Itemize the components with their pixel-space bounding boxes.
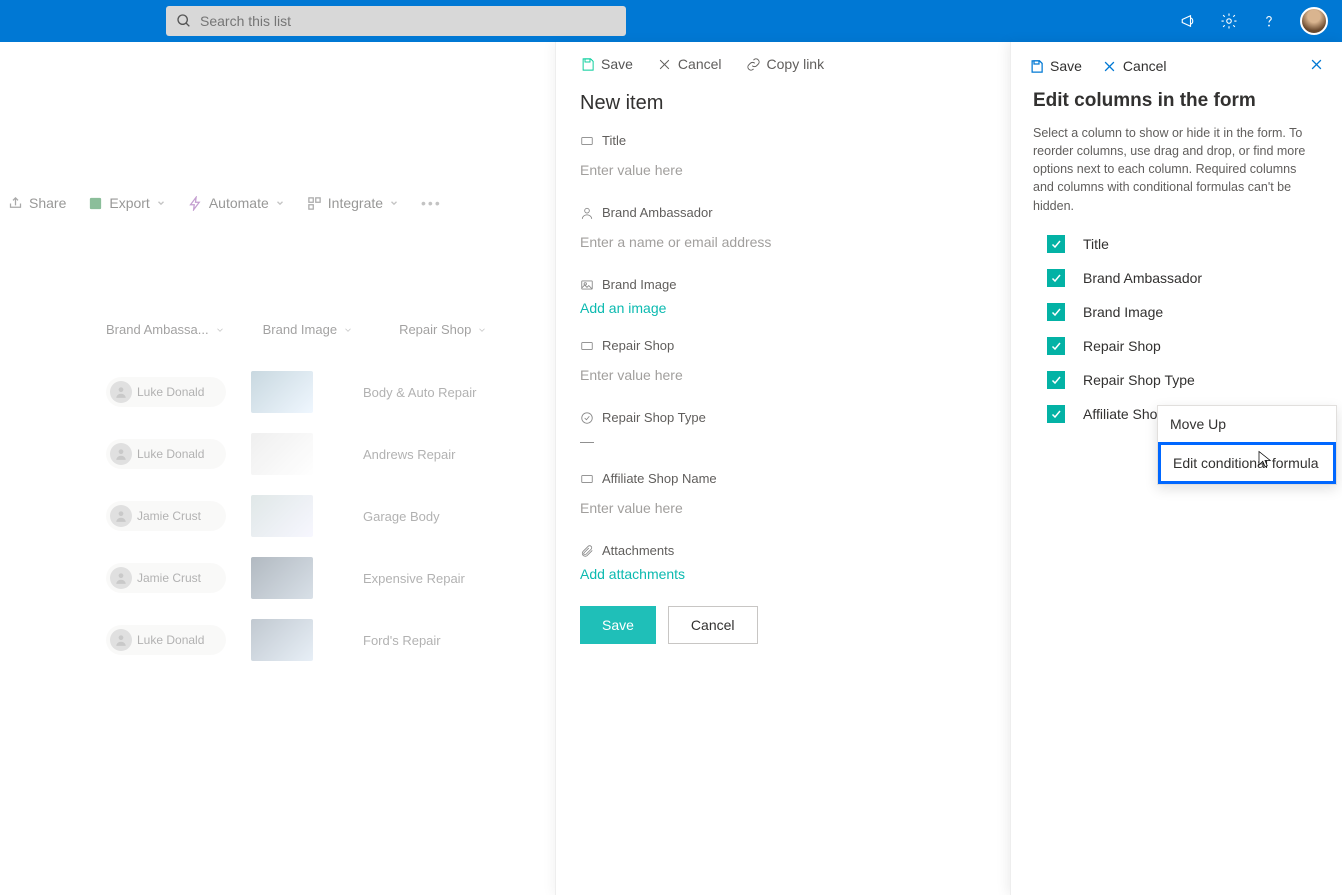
text-field-icon: [580, 134, 594, 148]
field-label-affiliate: Affiliate Shop Name: [602, 471, 717, 486]
image-icon: [580, 278, 594, 292]
table-row[interactable]: Luke Donald Ford's Repair: [0, 609, 555, 671]
checkbox-icon[interactable]: [1047, 235, 1065, 253]
search-box[interactable]: [166, 6, 626, 36]
column-toggle-repairtype[interactable]: Repair Shop Type: [1047, 371, 1320, 389]
checkbox-icon[interactable]: [1047, 303, 1065, 321]
copy-link-button[interactable]: Copy link: [746, 56, 825, 72]
gear-icon[interactable]: [1220, 12, 1238, 30]
field-label-image: Brand Image: [602, 277, 676, 292]
cell-repair: Ford's Repair: [363, 633, 441, 648]
person-chip[interactable]: Jamie Crust: [106, 501, 226, 531]
new-item-panel: Save Cancel Copy link New item Title Bra…: [555, 42, 1010, 895]
app-header: [0, 0, 1342, 42]
person-icon: [580, 206, 594, 220]
right-panel-desc: Select a column to show or hide it in th…: [1033, 124, 1320, 215]
col-header-image[interactable]: Brand Image: [263, 322, 353, 337]
close-icon: [657, 57, 672, 72]
export-button[interactable]: Export: [88, 195, 165, 211]
col-header-repair[interactable]: Repair Shop: [399, 322, 487, 337]
thumbnail: [251, 371, 313, 413]
table-row[interactable]: Jamie Crust Expensive Repair: [0, 547, 555, 609]
right-panel-heading: Edit columns in the form: [1033, 90, 1320, 112]
column-toggle-title[interactable]: Title: [1047, 235, 1320, 253]
save-icon: [1029, 59, 1044, 74]
panel-heading: New item: [580, 92, 986, 115]
help-icon[interactable]: [1260, 12, 1278, 30]
add-image-link[interactable]: Add an image: [580, 300, 666, 316]
thumbnail: [251, 495, 313, 537]
field-label-title: Title: [602, 133, 626, 148]
search-input[interactable]: [200, 13, 616, 29]
text-field-icon: [580, 472, 594, 486]
more-button[interactable]: •••: [421, 195, 442, 211]
integrate-button[interactable]: Integrate: [307, 195, 399, 211]
menu-edit-conditional-formula[interactable]: Edit conditional formula: [1158, 442, 1336, 484]
repair-type-value[interactable]: —: [580, 433, 594, 449]
checkbox-icon[interactable]: [1047, 337, 1065, 355]
table-row[interactable]: Jamie Crust Garage Body: [0, 485, 555, 547]
save-icon: [580, 57, 595, 72]
person-chip[interactable]: Jamie Crust: [106, 563, 226, 593]
list-background: Brand Ambassa... Brand Image Repair Shop…: [0, 42, 555, 895]
save-columns-button[interactable]: Save: [1029, 58, 1082, 74]
text-field-icon: [580, 339, 594, 353]
link-icon: [746, 57, 761, 72]
close-icon: [1309, 57, 1324, 72]
checkbox-icon[interactable]: [1047, 269, 1065, 287]
cancel-columns-button[interactable]: Cancel: [1102, 58, 1167, 74]
affiliate-input[interactable]: [580, 494, 986, 523]
command-bar: Share Export Automate Integrate •••: [0, 195, 450, 211]
field-label-ambassador: Brand Ambassador: [602, 205, 713, 220]
cancel-button[interactable]: Cancel: [668, 606, 758, 644]
table-row[interactable]: Luke Donald Body & Auto Repair: [0, 361, 555, 423]
automate-button[interactable]: Automate: [188, 195, 285, 211]
cell-repair: Expensive Repair: [363, 571, 465, 586]
thumbnail: [251, 619, 313, 661]
cancel-button-top[interactable]: Cancel: [657, 56, 722, 72]
column-toggle-repairshop[interactable]: Repair Shop: [1047, 337, 1320, 355]
col-header-ambassador[interactable]: Brand Ambassa...: [106, 322, 225, 337]
header-actions: [1180, 7, 1328, 35]
save-button-top[interactable]: Save: [580, 56, 633, 72]
person-chip[interactable]: Luke Donald: [106, 625, 226, 655]
share-button[interactable]: Share: [8, 195, 66, 211]
column-toggle-ambassador[interactable]: Brand Ambassador: [1047, 269, 1320, 287]
person-chip[interactable]: Luke Donald: [106, 439, 226, 469]
megaphone-icon[interactable]: [1180, 12, 1198, 30]
close-panel-button[interactable]: [1309, 57, 1324, 75]
thumbnail: [251, 557, 313, 599]
checkbox-icon[interactable]: [1047, 405, 1065, 423]
close-icon: [1102, 59, 1117, 74]
cell-repair: Garage Body: [363, 509, 440, 524]
attachment-icon: [580, 544, 594, 558]
add-attachments-link[interactable]: Add attachments: [580, 566, 685, 582]
person-chip[interactable]: Luke Donald: [106, 377, 226, 407]
search-icon: [176, 13, 192, 29]
field-label-attachments: Attachments: [602, 543, 674, 558]
choice-icon: [580, 411, 594, 425]
table-row[interactable]: Luke Donald Andrews Repair: [0, 423, 555, 485]
checkbox-icon[interactable]: [1047, 371, 1065, 389]
cell-repair: Andrews Repair: [363, 447, 456, 462]
title-input[interactable]: [580, 156, 986, 185]
field-label-repairshop: Repair Shop: [602, 338, 674, 353]
save-button[interactable]: Save: [580, 606, 656, 644]
cell-repair: Body & Auto Repair: [363, 385, 476, 400]
ambassador-input[interactable]: [580, 228, 986, 257]
repair-shop-input[interactable]: [580, 361, 986, 390]
menu-move-up[interactable]: Move Up: [1158, 406, 1336, 442]
column-toggle-image[interactable]: Brand Image: [1047, 303, 1320, 321]
field-label-repairtype: Repair Shop Type: [602, 410, 706, 425]
column-context-menu: Move Up Edit conditional formula: [1157, 405, 1337, 485]
thumbnail: [251, 433, 313, 475]
avatar[interactable]: [1300, 7, 1328, 35]
